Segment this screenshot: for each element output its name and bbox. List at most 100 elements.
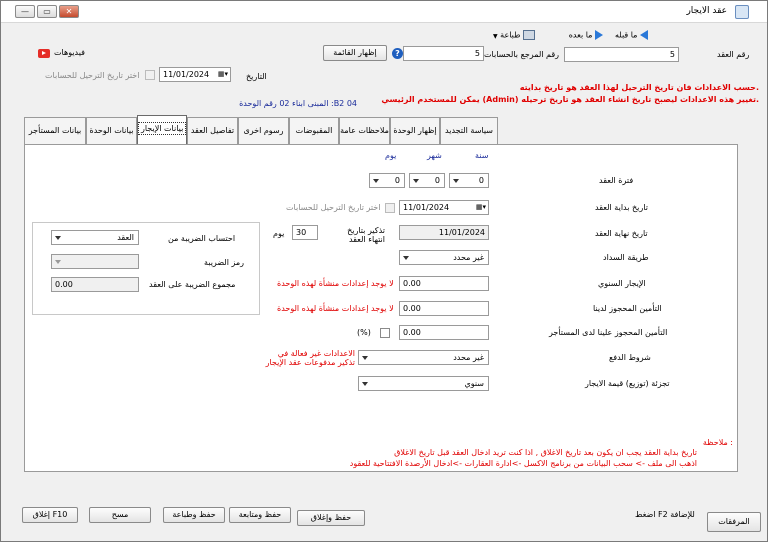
deposit-tenant-label: التأمين المحجوز علينا لدى المستأجر — [549, 328, 668, 337]
rent-split-select[interactable]: سنوي — [358, 376, 489, 391]
warning-line-1: حسب الاعدادات فان تاريخ الترحيل لهذا الع… — [519, 83, 759, 92]
payment-terms-select[interactable]: غير محدد — [358, 350, 489, 365]
reminder-label: تذكير بتاريخ انتهاء العقد — [347, 226, 385, 244]
percent-label: (%) — [357, 328, 371, 337]
payment-method-label: طريقة السداد — [603, 253, 649, 262]
window-title: عقد الايجار — [686, 6, 727, 16]
deposit-tenant-input[interactable]: 0.00 — [399, 325, 489, 340]
tab-tenant-data[interactable]: بيانات المستأجر — [24, 117, 86, 145]
save-continue-button[interactable]: حفظ ومتابعة — [229, 507, 291, 523]
print-label: طباعة — [500, 30, 521, 40]
tab-bar: بيانات المستأجر بيانات الوحدة بيانات الإ… — [24, 115, 724, 145]
title-bar: ✕ ▭ — عقد الايجار — [1, 1, 767, 23]
close-f10-button[interactable]: إغلاق F10 — [22, 507, 78, 523]
tab-renewal-policy[interactable]: سياسة التجديد — [440, 117, 498, 145]
period-year-select[interactable]: 0 — [449, 173, 489, 188]
payment-terms-label: شروط الدفع — [609, 353, 651, 362]
deposit-ours-label: التأمين المحجوز لدينا — [593, 304, 662, 313]
save-print-button[interactable]: حفظ وطباعة — [163, 507, 225, 523]
tab-other-fees[interactable]: رسوم اخرى — [238, 117, 289, 145]
f2-hint: اضغط F2 للإضافة — [635, 510, 695, 519]
clear-button[interactable]: مسح — [89, 507, 151, 523]
no-settings-msg-1: لا يوجد إعدادات منشأة لهذه الوحدة — [277, 279, 394, 288]
date-picker[interactable]: 11/01/2024 ▦▾ — [159, 67, 231, 82]
chevron-down-icon — [413, 179, 419, 183]
contract-no-label: رقم العقد — [717, 50, 750, 59]
printer-icon — [523, 30, 535, 40]
col-day-label: يوم — [385, 151, 397, 160]
contract-window: ✕ ▭ — عقد الايجار ▼ طباعة ما بعده ما قبل… — [0, 0, 768, 542]
tab-contract-details[interactable]: تفاصيل العقد — [187, 117, 238, 145]
period-day-select[interactable]: 0 — [369, 173, 405, 188]
col-year-label: سنة — [475, 151, 489, 160]
rent-data-panel: سنة شهر يوم فترة العقد 0 0 0 تاريخ بداية… — [24, 144, 738, 472]
tab-general-notes[interactable]: ملاحظات عامة — [339, 117, 390, 145]
chevron-down-icon — [373, 179, 379, 183]
prev-button[interactable]: ما قبله — [615, 30, 648, 40]
help-icon[interactable]: ? — [392, 48, 403, 59]
minimize-button[interactable]: — — [15, 5, 35, 18]
prev-label: ما قبله — [615, 30, 638, 40]
reminder-settings-msg: الاعدادات غير فعالة في تذكير مدفوعات عقد… — [265, 349, 355, 367]
print-menu[interactable]: ▼ طباعة — [491, 30, 535, 40]
rent-split-label: تجزئة (توزيع) قيمة الايجار — [585, 379, 670, 388]
youtube-icon[interactable] — [38, 49, 50, 58]
accounts-ref-label: رقم المرجع بالحسابات — [484, 50, 560, 59]
arrow-right-icon — [595, 30, 603, 40]
chevron-down-icon — [362, 382, 368, 386]
payment-method-select[interactable]: غير محدد — [399, 250, 489, 265]
close-button[interactable]: ✕ — [59, 5, 79, 18]
start-posting-label: اختر تاريخ الترحيل للحسابات — [286, 203, 381, 212]
notes-title: ملاحظة : — [702, 438, 733, 447]
no-settings-msg-2: لا يوجد إعدادات منشأة لهذه الوحدة — [277, 304, 394, 313]
calc-tax-label: احتساب الضريبة من — [168, 234, 236, 243]
tax-code-select[interactable] — [51, 254, 139, 269]
chevron-down-icon — [403, 256, 409, 260]
end-date-field: 11/01/2024 — [399, 225, 489, 240]
chevron-down-icon — [453, 179, 459, 183]
tax-code-label: رمز الضريبة — [204, 258, 245, 267]
deposit-ours-input[interactable]: 0.00 — [399, 301, 489, 316]
chevron-down-icon — [362, 356, 368, 360]
tab-unit-data[interactable]: بيانات الوحدة — [86, 117, 137, 145]
reminder-days-input[interactable]: 30 — [292, 225, 318, 240]
start-date-label: تاريخ بداية العقد — [595, 203, 648, 212]
calc-tax-select[interactable]: العقد — [51, 230, 139, 245]
date-value: 11/01/2024 — [163, 70, 210, 79]
restore-button[interactable]: ▭ — [37, 5, 57, 18]
annual-rent-input[interactable]: 0.00 — [399, 276, 489, 291]
tab-show-unit[interactable]: إظهار الوحدة — [390, 117, 440, 145]
arrow-left-icon — [640, 30, 648, 40]
end-date-label: تاريخ نهاية العقد — [595, 229, 648, 238]
next-button[interactable]: ما بعده — [569, 30, 603, 40]
next-label: ما بعده — [568, 30, 593, 40]
start-date-picker[interactable]: 11/01/2024 ▦▾ — [399, 200, 489, 215]
calendar-icon: ▦▾ — [217, 70, 228, 78]
videos-label[interactable]: فيديوهات — [54, 48, 85, 57]
tab-receipts[interactable]: المقبوضات — [289, 117, 339, 145]
period-month-select[interactable]: 0 — [409, 173, 445, 188]
chevron-down-icon — [55, 236, 61, 240]
save-close-button[interactable]: حفظ وإغلاق — [297, 510, 365, 526]
tab-rent-data[interactable]: بيانات الإيجار — [137, 115, 187, 145]
notes-line-2: اذهب الى ملف -> سحب البيانات من برنامج ا… — [349, 459, 697, 468]
notes-line-1: تاريخ بداية العقد يجب ان يكون بعد تاريخ … — [394, 448, 697, 457]
percent-checkbox[interactable] — [380, 328, 390, 338]
start-posting-checkbox[interactable] — [385, 203, 395, 213]
warning-line-2: يمكن للمستخدم الرئيسي (Admin) تغيير هذه … — [381, 95, 759, 104]
posting-date-label: اختر تاريخ الترحيل للحسابات — [45, 71, 140, 80]
unit-info: المبنى ابناء 02 رقم الوحدة :B2 04 — [239, 99, 357, 108]
chevron-down-icon — [55, 260, 61, 264]
tax-total-field: 0.00 — [51, 277, 139, 292]
accounts-ref-input[interactable]: 5 — [403, 46, 484, 61]
attachments-button[interactable]: المرفقات — [707, 512, 761, 532]
col-month-label: شهر — [427, 151, 442, 160]
show-list-button[interactable]: إظهار القائمة — [323, 45, 387, 61]
posting-date-checkbox[interactable] — [145, 70, 155, 80]
app-icon — [735, 5, 749, 19]
calendar-icon: ▦▾ — [475, 203, 486, 211]
contract-no-input[interactable]: 5 — [564, 47, 679, 62]
tax-group: احتساب الضريبة من العقد رمز الضريبة مجمو… — [32, 222, 260, 315]
tax-total-label: مجموع الضريبة على العقد — [149, 280, 236, 289]
dropdown-arrow-icon: ▼ — [493, 32, 498, 40]
